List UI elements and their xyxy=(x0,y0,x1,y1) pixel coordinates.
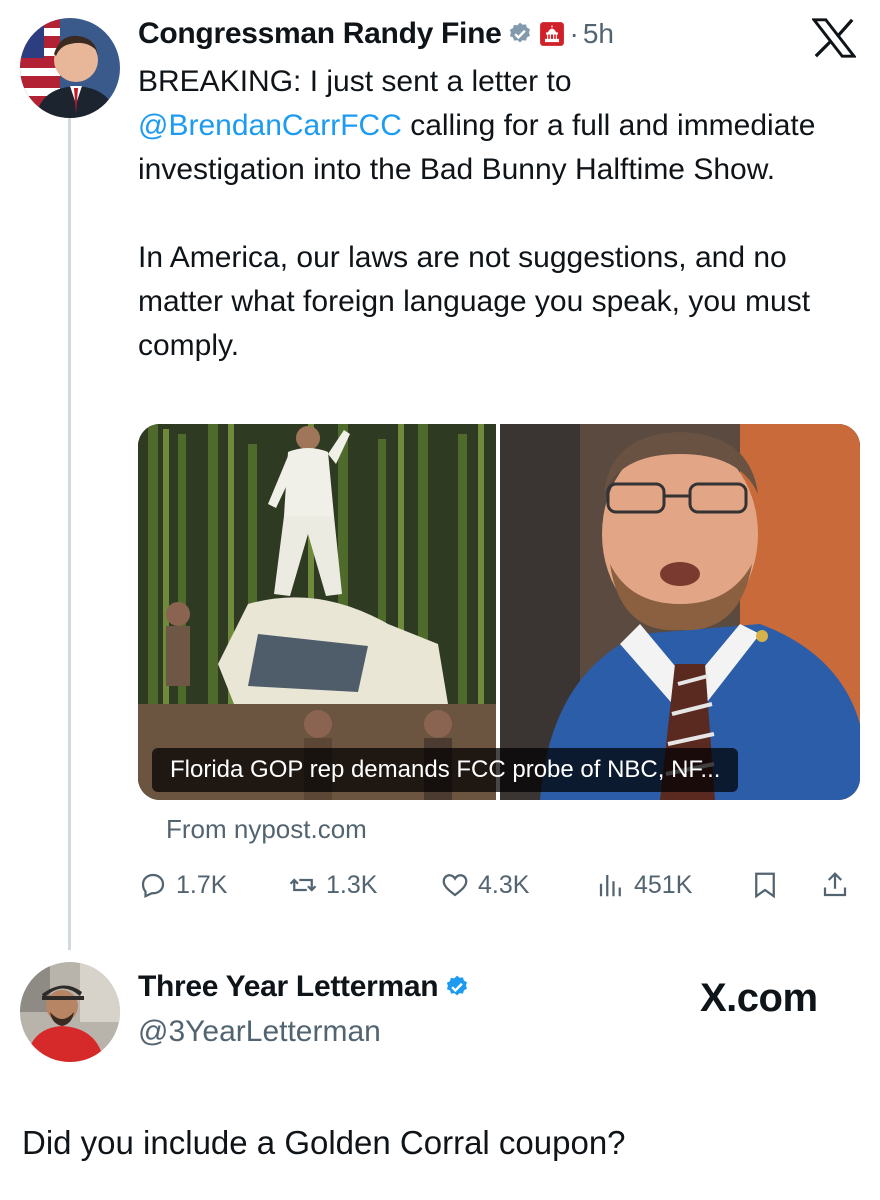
link-source[interactable]: From nypost.com xyxy=(166,812,367,846)
link-card-caption: Florida GOP rep demands FCC probe of NBC… xyxy=(152,748,739,792)
tweet-text-part-1: BREAKING: I just sent a letter to xyxy=(138,65,572,98)
reply-icon xyxy=(141,873,165,899)
bookmark-icon xyxy=(755,872,775,899)
verified-badge-icon xyxy=(447,975,468,996)
x-logo-icon[interactable] xyxy=(812,18,856,58)
share-button[interactable] xyxy=(820,862,850,908)
repost-button[interactable]: 1.3K xyxy=(288,862,377,908)
share-icon xyxy=(823,872,847,897)
views-button[interactable]: 451K xyxy=(596,862,692,908)
verified-badge-icon xyxy=(510,22,531,43)
capitol-building-icon xyxy=(540,22,565,46)
reply-author-handle[interactable]: @3YearLetterman xyxy=(138,1012,381,1052)
tweet-text: BREAKING: I just sent a letter to @Brend… xyxy=(138,60,858,368)
thread-line xyxy=(68,118,71,950)
dot-separator: · xyxy=(569,18,579,49)
mention-link[interactable]: @BrendanCarrFCC xyxy=(138,109,402,142)
tweet-time[interactable]: 5h xyxy=(583,18,614,50)
like-count: 4.3K xyxy=(478,870,530,899)
author-avatar[interactable] xyxy=(20,18,120,118)
link-card[interactable]: Florida GOP rep demands FCC probe of NBC… xyxy=(138,424,860,800)
reply-count: 1.7K xyxy=(176,870,228,899)
reply-author-avatar[interactable] xyxy=(20,962,120,1062)
views-icon xyxy=(599,875,621,897)
bookmark-button[interactable] xyxy=(750,862,780,908)
tweet-text-part-2: calling for a full and immediate investi… xyxy=(138,109,816,362)
xcom-watermark: X.com xyxy=(700,976,818,1020)
repost-icon xyxy=(289,878,317,892)
congressman-image xyxy=(500,424,860,800)
reply-header: Three Year Letterman xyxy=(138,970,470,1004)
like-button[interactable]: 4.3K xyxy=(440,862,529,908)
tweet-header: Congressman Randy Fine · 5h xyxy=(138,14,614,54)
repost-count: 1.3K xyxy=(326,870,378,899)
views-count: 451K xyxy=(634,870,693,899)
author-name[interactable]: Congressman Randy Fine xyxy=(138,17,502,51)
heart-icon xyxy=(442,874,468,897)
reply-text: Did you include a Golden Corral coupon? xyxy=(22,1124,626,1161)
reply-author-name[interactable]: Three Year Letterman xyxy=(138,970,439,1004)
action-bar: 1.7K 1.3K 4.3K 451K xyxy=(138,862,860,908)
halftime-show-image xyxy=(138,424,496,800)
reply-button[interactable]: 1.7K xyxy=(138,862,227,908)
